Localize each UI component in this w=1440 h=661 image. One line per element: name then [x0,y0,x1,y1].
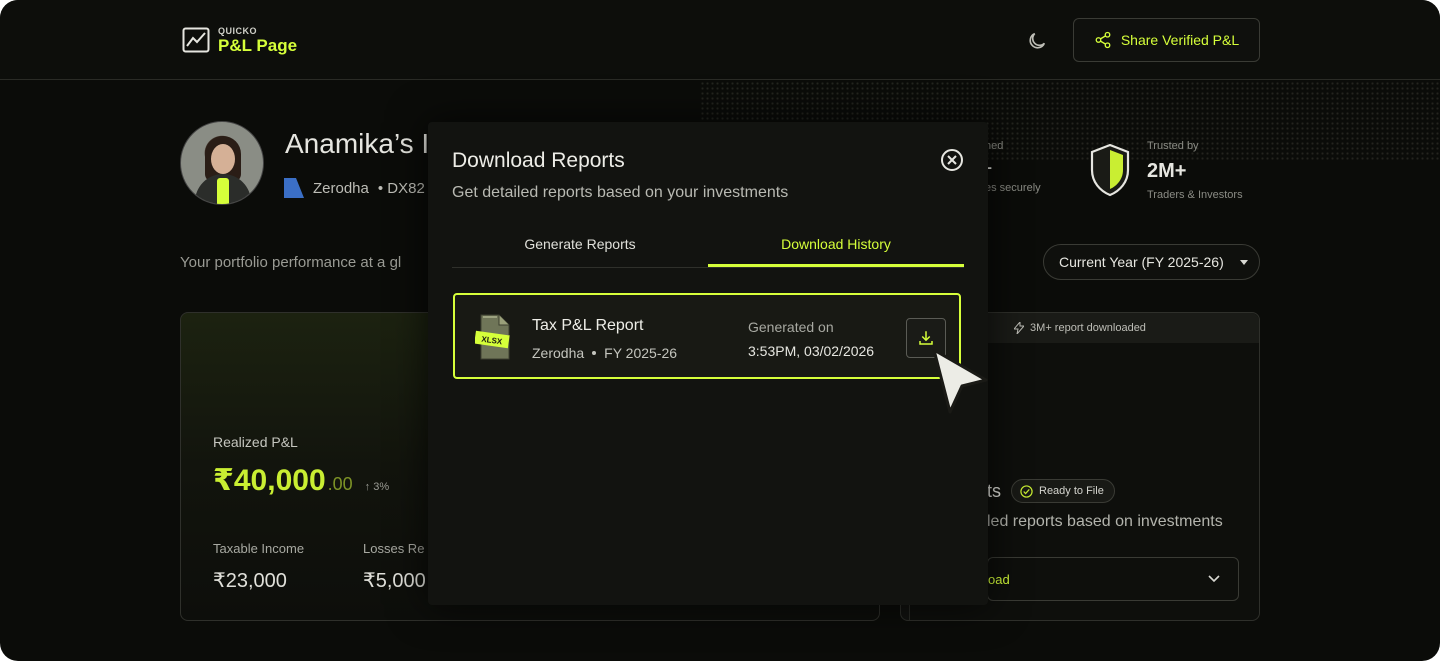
realized-pnl-label: Realized P&L [213,434,298,450]
modal-subtitle: Get detailed reports based on your inves… [452,184,789,201]
financial-year-select[interactable]: Current Year (FY 2025-26) [1043,244,1260,280]
taxable-income-value: ₹23,000 [213,570,287,592]
trusted-sub: Traders & Investors [1147,189,1243,201]
reports-card-title: ts [987,481,1002,501]
lightning-icon [1014,322,1025,334]
mouse-cursor-icon [932,348,988,414]
download-reports-modal: Download Reports Get detailed reports ba… [428,122,988,605]
check-circle-icon [1020,484,1033,498]
broker-name: Zerodha [313,179,369,197]
logo-brand-small: QUICKO [218,25,257,36]
pnl-value-decimal: .00 [327,474,353,494]
reports-downloaded-text: 3M+ report downloaded [1030,322,1146,334]
download-select-label: oad [988,571,1010,587]
app-logo[interactable]: QUICKO P&L Page [182,26,297,54]
losses-value: ₹5,000 [363,570,426,592]
report-meta: Zerodha FY 2025-26 [532,345,677,361]
report-fy: FY 2025-26 [604,345,678,361]
chart-trend-icon [182,27,210,53]
trusted-stat: Trusted by 2M+ Traders & Investors [1147,140,1243,201]
download-icon [919,331,933,345]
chevron-down-icon [1208,575,1220,583]
app-frame: QUICKO P&L Page Share Verified P&L Anami… [0,0,1440,661]
moon-icon[interactable] [1026,30,1048,52]
tab-generate-reports[interactable]: Generate Reports [452,230,708,267]
report-broker: Zerodha [532,345,585,361]
realized-pnl-value: ₹40,000 .00 ↑ 3% [213,463,389,498]
taxable-income-stat: Taxable Income ₹23,000 [213,541,304,593]
secure-stat: ned - es securely [985,140,1041,194]
generated-on-label: Generated on [748,319,834,335]
top-header: QUICKO P&L Page Share Verified P&L [0,0,1440,80]
client-id: • DX82 [377,179,425,197]
taxable-income-label: Taxable Income [213,541,305,556]
secure-stat-label: ned [985,140,1004,152]
generated-on-value: 3:53PM, 03/02/2026 [748,343,875,359]
tab-download-history[interactable]: Download History [708,230,964,267]
losses-label: Losses Re [363,541,425,556]
logo-brand-name: P&L Page [218,35,298,55]
bullet-separator [592,351,597,355]
modal-title: Download Reports [452,149,625,172]
xlsx-file-icon: XLSX [475,314,510,360]
trusted-value: 2M+ [1147,160,1187,182]
pnl-change: ↑ 3% [364,481,390,493]
close-icon [947,155,957,165]
reports-card-description: led reports based on investments [987,513,1223,530]
avatar [180,121,264,205]
year-select-value: Current Year (FY 2025-26) [1059,254,1224,270]
trusted-label: Trusted by [1147,140,1199,152]
caret-down-icon [1239,259,1248,265]
secure-stat-value: - [985,154,993,179]
close-modal-button[interactable] [941,149,963,171]
profile-name: Anamika’s I [285,128,430,159]
ready-badge-label: Ready to File [1039,485,1104,497]
portfolio-tagline: Your portfolio performance at a gl [180,254,402,271]
modal-tabs: Generate Reports Download History [452,230,964,268]
ready-to-file-badge: Ready to File [1011,479,1115,503]
shield-icon [1090,143,1130,197]
broker-info: Zerodha • DX82 [284,178,425,198]
share-button-label: Share Verified P&L [1120,32,1240,48]
report-history-item[interactable]: XLSX Tax P&L Report Zerodha FY 2025-26 G… [453,293,961,379]
share-verified-pnl-button[interactable]: Share Verified P&L [1073,18,1260,62]
pnl-value-main: ₹40,000 [213,464,326,497]
download-select[interactable]: oad [987,557,1239,601]
secure-stat-sub: es securely [985,182,1041,194]
losses-stat: Losses Re ₹5,000 [363,541,426,593]
share-icon [1095,31,1111,49]
zerodha-logo-icon [284,178,304,198]
report-title: Tax P&L Report [532,317,644,334]
